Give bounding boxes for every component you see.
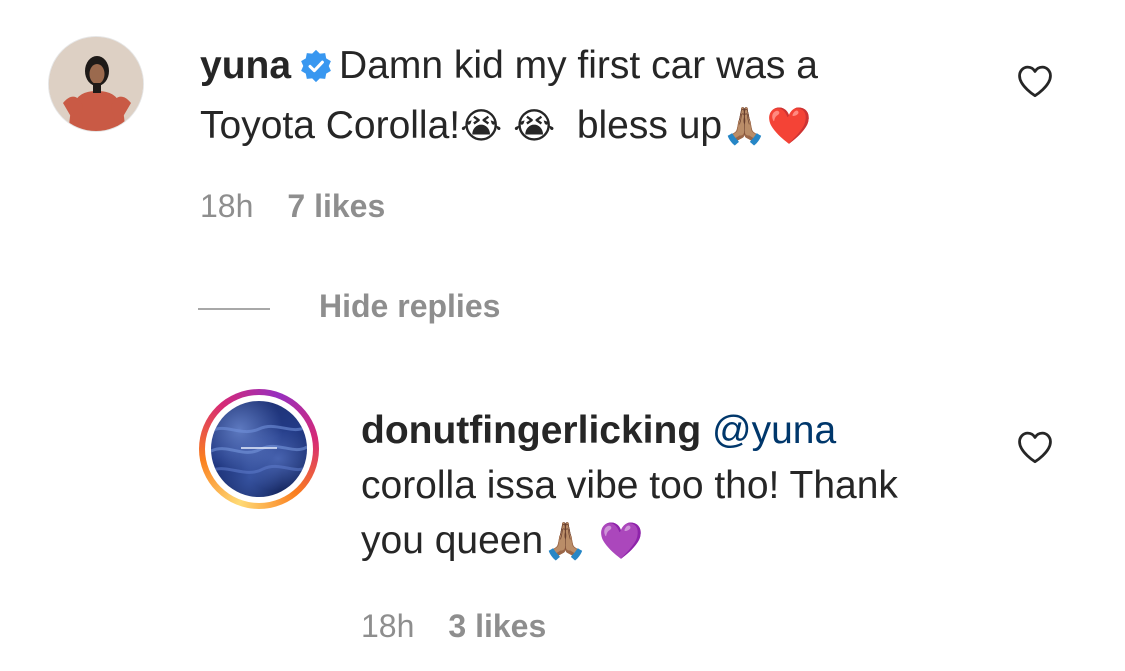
avatar-yuna[interactable] [48,36,144,132]
avatar-album-art-image [211,401,307,497]
comment-username[interactable]: yuna [200,44,291,87]
reply-mention-link[interactable]: @yuna [712,409,836,452]
comment-time: 18h [200,188,254,224]
avatar-donutfingerlicking[interactable] [199,389,319,509]
comment-text-line2: Toyota Corolla! [200,104,461,147]
reply-text: donutfingerlicking @yuna corolla issa vi… [361,403,1001,569]
heart-outline-icon [1018,65,1052,98]
praying-hands-emoji: 🙏🏽 [543,521,588,562]
praying-hands-emoji: 🙏🏽 [722,106,767,147]
comments-thread: yuna Damn kid my first car was a Toyota C… [0,0,1125,671]
water-texture-image [211,424,307,474]
comment-meta: 18h 7 likes [200,188,385,225]
reply-likes[interactable]: 3 likes [448,608,546,644]
avatar-portrait-image [49,37,143,131]
like-comment-button[interactable] [1016,64,1054,98]
hide-replies-button[interactable]: Hide replies [319,288,500,325]
reply-meta: 18h 3 likes [361,608,546,645]
reply-username[interactable]: donutfingerlicking [361,409,701,452]
red-heart-emoji: ❤️ [766,106,812,147]
reply-text-line1: corolla issa vibe too tho! Thank [361,464,898,507]
crying-face-emoji: 😭 [460,106,503,147]
comment-likes[interactable]: 7 likes [287,188,385,224]
like-reply-button[interactable] [1016,430,1054,464]
verified-badge-icon [299,43,333,98]
crying-face-emoji-2: 😭 [513,106,556,147]
reply-text-line2: you queen [361,519,544,562]
purple-heart-emoji: 💜 [598,521,644,562]
comment-text-bless: bless up [576,104,723,147]
reply-time: 18h [361,608,415,644]
replies-divider-line [198,308,270,310]
heart-outline-icon [1018,431,1052,464]
comment-yuna: yuna Damn kid my first car was a Toyota C… [0,0,1125,260]
comment-text: yuna Damn kid my first car was a Toyota C… [200,38,960,154]
comment-text-line1: Damn kid my first car was a [339,44,818,87]
